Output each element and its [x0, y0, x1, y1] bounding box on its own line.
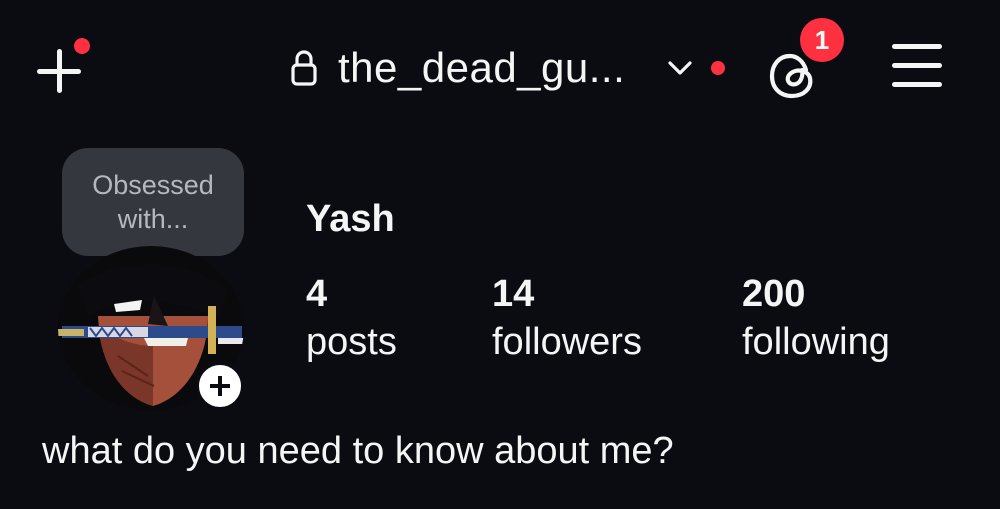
posts-stat[interactable]: 4 posts	[306, 272, 397, 368]
create-notification-dot	[74, 38, 90, 54]
following-label: following	[742, 321, 890, 363]
posts-label: posts	[306, 321, 397, 363]
profile-page: the_dead_gu... 1 Obsessed with... Yash 4…	[0, 0, 1000, 509]
followers-label: followers	[492, 321, 642, 363]
plus-icon	[210, 376, 230, 396]
display-name: Yash	[306, 198, 395, 240]
create-button[interactable]	[34, 38, 90, 94]
threads-notification-badge: 1	[800, 18, 844, 62]
note-bubble[interactable]: Obsessed with...	[62, 148, 244, 256]
account-switcher[interactable]: the_dead_gu...	[290, 42, 726, 94]
lock-icon	[290, 48, 318, 88]
followers-count: 14	[492, 273, 535, 315]
posts-count: 4	[306, 273, 328, 315]
add-story-button[interactable]	[196, 362, 244, 410]
bio-text: what do you need to know about me?	[42, 430, 674, 472]
chevron-down-icon	[665, 58, 695, 78]
followers-stat[interactable]: 14 followers	[492, 272, 642, 368]
note-text-line1: Obsessed	[92, 170, 214, 200]
hamburger-menu-icon[interactable]	[892, 42, 944, 90]
following-count: 200	[742, 273, 806, 315]
account-notification-dot	[711, 61, 726, 75]
following-stat[interactable]: 200 following	[742, 272, 890, 368]
note-text-line2: with...	[117, 204, 189, 234]
plus-icon	[34, 46, 84, 96]
account-username: the_dead_gu...	[338, 44, 626, 91]
